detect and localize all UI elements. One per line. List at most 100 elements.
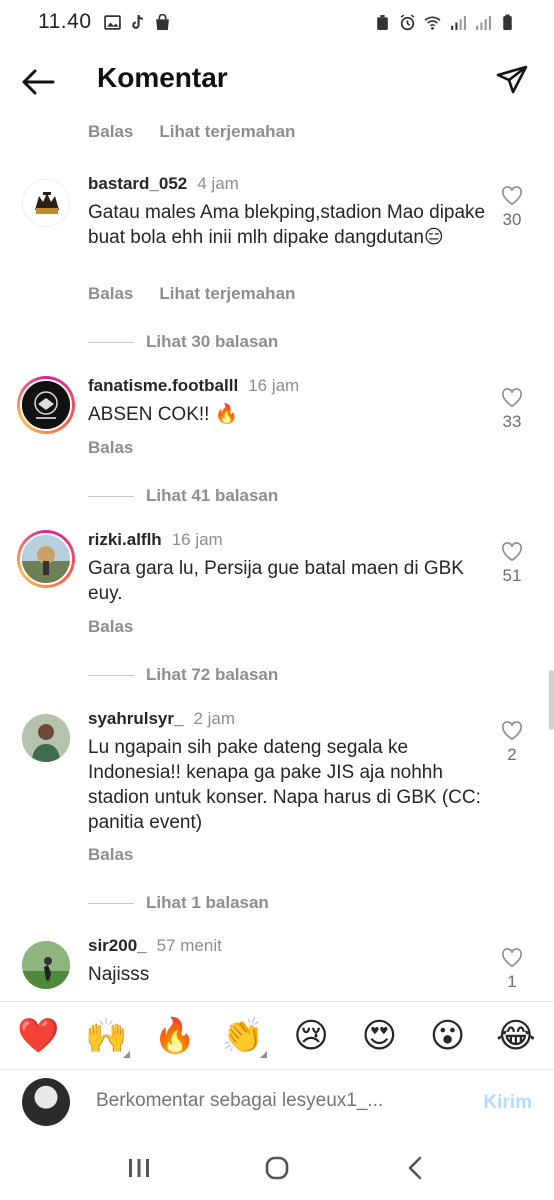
comment-header: rizki.alflh 16 jam xyxy=(88,530,223,550)
home-button[interactable] xyxy=(247,1148,307,1188)
back-icon xyxy=(408,1156,422,1179)
replies-divider xyxy=(88,341,134,343)
comment-header: bastard_052 4 jam xyxy=(88,174,239,194)
gallery-icon xyxy=(103,14,121,30)
emoji-heart-eyes-button[interactable]: 😍 xyxy=(351,1016,407,1056)
comment-username[interactable]: bastard_052 xyxy=(88,174,187,194)
heart-outline-icon xyxy=(502,542,522,562)
emoji-clap: 👏 xyxy=(221,1015,265,1056)
avatar[interactable] xyxy=(22,714,70,762)
avatar[interactable] xyxy=(22,941,70,989)
system-nav-bar xyxy=(0,1135,554,1200)
like-count: 30 xyxy=(502,210,522,229)
like-button[interactable]: 2 xyxy=(496,721,528,765)
back-button[interactable] xyxy=(18,62,58,102)
avatar-image xyxy=(22,941,70,989)
view-replies-label: Lihat 30 balasan xyxy=(146,332,279,351)
comment-username[interactable]: syahrulsyr_ xyxy=(88,709,183,729)
comment-text: ABSEN COK!! 🔥 xyxy=(88,404,239,425)
view-replies-button[interactable]: Lihat 41 balasan xyxy=(88,486,278,506)
emoji-crying-button[interactable]: 😢 xyxy=(283,1016,339,1056)
signal-2-icon xyxy=(476,15,491,30)
comment-list[interactable]: Balas Lihat terjemahan bastard_052 4 jam… xyxy=(0,118,554,1000)
like-button[interactable]: 30 xyxy=(496,186,528,230)
like-button[interactable]: 33 xyxy=(496,388,528,432)
signal-icon xyxy=(451,15,466,30)
back-arrow-icon xyxy=(22,69,55,95)
emoji-heart-button[interactable]: ❤️ xyxy=(10,1016,66,1056)
avatar-image xyxy=(22,535,70,583)
send-comment-button[interactable]: Kirim xyxy=(483,1092,532,1114)
replies-divider xyxy=(88,902,134,904)
comment-time: 16 jam xyxy=(171,530,223,549)
comment-time: 16 jam xyxy=(248,376,300,395)
avatar[interactable] xyxy=(17,376,75,434)
comment-actions: Balas xyxy=(88,845,133,865)
like-button[interactable]: 1 xyxy=(496,948,528,992)
comment-time: 2 jam xyxy=(193,709,236,728)
view-replies-label: Lihat 72 balasan xyxy=(146,665,279,684)
recents-button[interactable] xyxy=(109,1148,169,1188)
home-icon xyxy=(265,1156,289,1179)
avatar[interactable] xyxy=(22,179,70,227)
like-count: 33 xyxy=(502,412,522,431)
battery-icon xyxy=(503,14,512,30)
comment-time: 57 menit xyxy=(156,936,222,955)
skin-tone-indicator-icon xyxy=(259,1050,267,1058)
reply-button[interactable]: Balas xyxy=(88,122,133,142)
emoji-clap-button[interactable]: 👏 xyxy=(215,1015,271,1058)
comment-text: Gatau males Ama blekping,stadion Mao dip… xyxy=(88,202,486,248)
emoji-raised-hands-button[interactable]: 🙌 xyxy=(78,1016,134,1058)
comment-username[interactable]: rizki.alflh xyxy=(88,530,162,550)
comment-input[interactable] xyxy=(96,1090,416,1112)
scrollbar-thumb[interactable] xyxy=(549,670,554,730)
view-replies-button[interactable]: Lihat 1 balasan xyxy=(88,893,269,913)
reply-button[interactable]: Balas xyxy=(88,617,133,637)
comment-header: fanatisme.footballl 16 jam xyxy=(88,376,299,396)
my-avatar xyxy=(22,1078,70,1126)
share-button[interactable] xyxy=(494,62,530,98)
status-time: 11.40 xyxy=(38,10,92,33)
view-replies-button[interactable]: Lihat 30 balasan xyxy=(88,332,278,352)
comment-username[interactable]: fanatisme.footballl xyxy=(88,376,238,396)
view-replies-button[interactable]: Lihat 72 balasan xyxy=(88,665,278,685)
reply-button[interactable]: Balas xyxy=(88,438,133,458)
replies-divider xyxy=(88,495,134,497)
reply-button[interactable]: Balas xyxy=(88,284,133,304)
translate-button[interactable]: Lihat terjemahan xyxy=(159,284,295,304)
recents-icon xyxy=(129,1158,149,1177)
comment-text: Lu ngapain sih pake dateng segala ke Ind… xyxy=(88,737,481,833)
heart-outline-icon xyxy=(502,388,522,408)
tiktok-icon xyxy=(131,14,143,29)
translate-button[interactable]: Lihat terjemahan xyxy=(159,122,295,142)
send-direct-icon xyxy=(496,65,528,94)
comment-header: sir200_ 57 menit xyxy=(88,936,222,956)
comment-actions: Balas Lihat terjemahan xyxy=(88,284,295,304)
emoji-quick-bar: ❤️ 🙌 🔥 👏 😢 😍 😮 😂 xyxy=(0,1001,554,1069)
replies-divider xyxy=(88,674,134,676)
avatar-image xyxy=(22,714,70,762)
avatar[interactable] xyxy=(17,530,75,588)
like-count: 2 xyxy=(507,745,517,764)
previous-comment-actions: Balas Lihat terjemahan xyxy=(88,122,295,142)
shopping-bag-icon xyxy=(155,13,169,30)
status-bar: 11.40 xyxy=(0,0,554,44)
like-button[interactable]: 51 xyxy=(496,542,528,586)
emoji-fire-button[interactable]: 🔥 xyxy=(147,1016,203,1056)
heart-outline-icon xyxy=(502,948,522,968)
battery-saver-icon xyxy=(377,14,388,30)
comment-username[interactable]: sir200_ xyxy=(88,936,147,956)
emoji-laughing-button[interactable]: 😂 xyxy=(488,1016,544,1056)
view-replies-label: Lihat 1 balasan xyxy=(146,893,269,912)
alarm-icon xyxy=(400,13,415,30)
reply-button[interactable]: Balas xyxy=(88,845,133,865)
heart-outline-icon xyxy=(502,721,522,741)
comment-time: 4 jam xyxy=(197,174,239,193)
comment-header: syahrulsyr_ 2 jam xyxy=(88,709,235,729)
system-back-button[interactable] xyxy=(385,1148,445,1188)
emoji-surprised-button[interactable]: 😮 xyxy=(420,1016,476,1056)
comment-text: Gara gara lu, Persija gue batal maen di … xyxy=(88,558,464,604)
page-title: Komentar xyxy=(97,62,228,93)
heart-outline-icon xyxy=(502,186,522,206)
skin-tone-indicator-icon xyxy=(123,1050,131,1058)
